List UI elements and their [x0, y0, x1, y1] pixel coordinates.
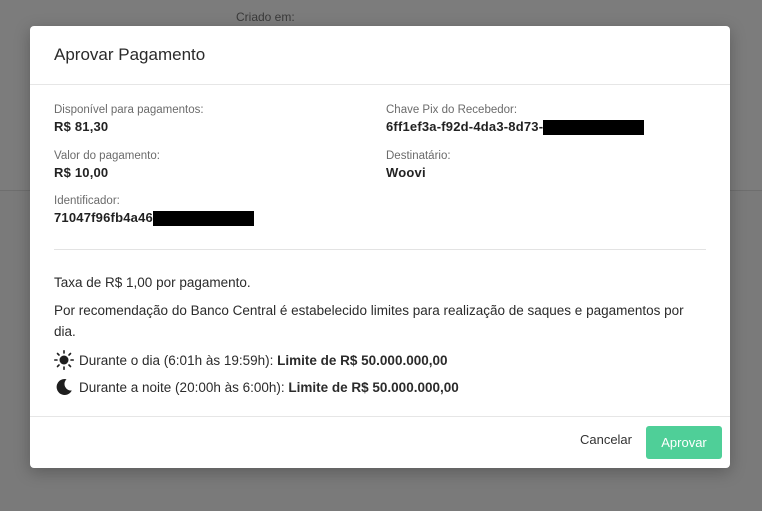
pix-key-text: 6ff1ef3a-f92d-4da3-8d73-	[386, 119, 544, 134]
limits-notes: Taxa de R$ 1,00 por pagamento. Por recom…	[54, 250, 706, 398]
day-limit-amount: Limite de R$ 50.000.000,00	[277, 352, 448, 368]
night-limit-amount: Limite de R$ 50.000.000,00	[288, 379, 459, 395]
sun-icon	[54, 350, 74, 370]
day-period: Durante o dia (6:01h às 19:59h):	[79, 352, 278, 368]
identifier-value: 71047f96fb4a46	[54, 209, 254, 227]
available-label: Disponível para pagamentos:	[54, 104, 204, 116]
available-value: R$ 81,30	[54, 119, 109, 134]
approve-payment-modal: Aprovar Pagamento Disponível para pagame…	[30, 26, 730, 468]
night-limit-text: Durante a noite (20:00h às 6:00h): Limit…	[79, 380, 459, 395]
amount-label: Valor do pagamento:	[54, 150, 160, 162]
pix-key-label: Chave Pix do Recebedor:	[386, 104, 518, 116]
recipient-field: Destinatário: Woovi	[386, 149, 451, 181]
approve-button[interactable]: Aprovar	[646, 426, 722, 459]
amount-field: Valor do pagamento: R$ 10,00	[54, 149, 160, 181]
pix-key-field: Chave Pix do Recebedor: 6ff1ef3a-f92d-4d…	[386, 103, 645, 136]
recipient-label: Destinatário:	[386, 150, 451, 162]
available-field: Disponível para pagamentos: R$ 81,30	[54, 103, 204, 135]
identifier-label: Identificador:	[54, 195, 120, 207]
moon-icon	[54, 377, 74, 397]
cancel-button[interactable]: Cancelar	[580, 432, 632, 447]
payment-info: Disponível para pagamentos: R$ 81,30 Cha…	[54, 103, 706, 249]
modal-title: Aprovar Pagamento	[54, 45, 206, 64]
night-limit-row: Durante a noite (20:00h às 6:00h): Limit…	[54, 376, 706, 398]
night-period: Durante a noite (20:00h às 6:00h):	[79, 379, 289, 395]
amount-value: R$ 10,00	[54, 165, 109, 180]
fee-text: Taxa de R$ 1,00 por pagamento.	[54, 275, 251, 290]
recommendation-text: Por recomendação do Banco Central é esta…	[54, 303, 684, 339]
pix-key-redaction	[543, 120, 645, 136]
modal-body: Disponível para pagamentos: R$ 81,30 Cha…	[30, 85, 730, 417]
background-created-label: Criado em:	[236, 10, 295, 24]
identifier-field: Identificador: 71047f96fb4a46	[54, 194, 254, 227]
recipient-value: Woovi	[386, 165, 426, 180]
modal-header: Aprovar Pagamento	[30, 26, 730, 85]
identifier-redaction	[152, 211, 254, 227]
day-limit-text: Durante o dia (6:01h às 19:59h): Limite …	[79, 353, 448, 368]
identifier-text: 71047f96fb4a46	[54, 210, 153, 225]
modal-footer: Cancelar Aprovar	[30, 417, 730, 467]
pix-key-value: 6ff1ef3a-f92d-4da3-8d73-	[386, 118, 645, 136]
day-limit-row: Durante o dia (6:01h às 19:59h): Limite …	[54, 349, 706, 371]
